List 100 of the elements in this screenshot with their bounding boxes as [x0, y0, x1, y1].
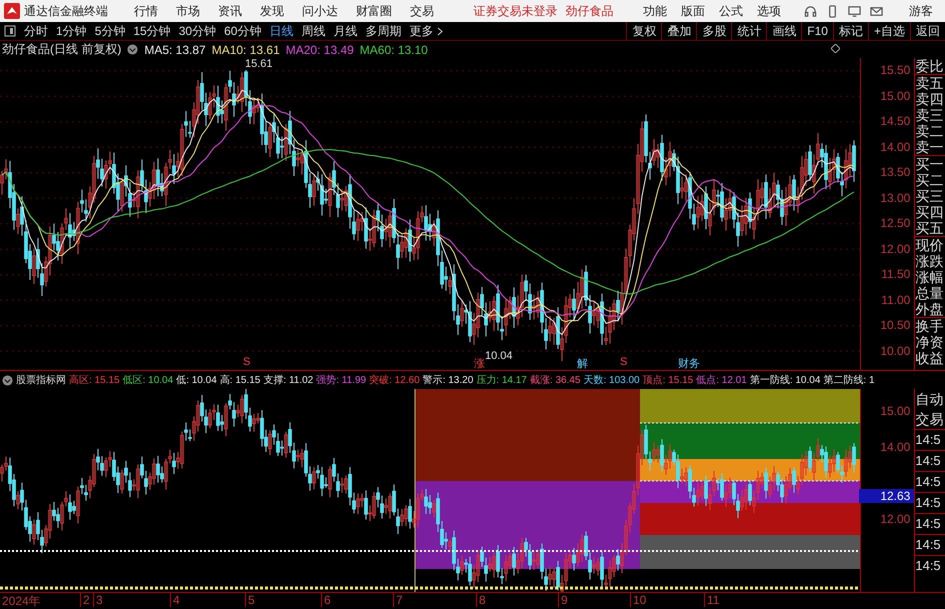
menu-item[interactable]: 问小达: [302, 2, 338, 20]
trade-list-label: 14:5: [915, 555, 945, 576]
quote-field-label: 现价: [915, 236, 945, 253]
price-axis-label: 12.50: [879, 215, 912, 232]
chevron-right-icon[interactable]: [437, 26, 444, 36]
menu-item[interactable]: 版面: [681, 2, 705, 20]
indicator-value: 突破: 12.60: [369, 374, 420, 387]
indicator-value: 强势: 11.99: [316, 374, 366, 387]
toolbar-button[interactable]: 叠加: [661, 22, 696, 40]
trade-list-label: 14:5: [915, 534, 945, 555]
quote-field-label: 委比: [915, 58, 944, 74]
quote-field-label: 涨幅: [915, 269, 944, 285]
price-axis-label: 12.63: [859, 489, 914, 504]
chart-title: 劲仔食品(日线 前复权): [2, 41, 122, 58]
price-axis-label: 15.00: [879, 404, 912, 418]
quote-field-label: 涨跌: [915, 253, 944, 269]
price-axis-label: 10.00: [879, 342, 912, 360]
high-price-label: 15.61: [244, 58, 274, 70]
price-axis-label: 12.00: [879, 512, 912, 526]
signal-marker: 涨: [474, 357, 485, 371]
price-axis-label: 10.50: [879, 317, 912, 334]
user-label[interactable]: 游客: [909, 2, 933, 20]
menu-item[interactable]: 发现: [260, 2, 284, 20]
menu-item[interactable]: 行情: [134, 2, 158, 20]
monitor-icon[interactable]: [848, 4, 861, 18]
menu-item[interactable]: 交易: [410, 2, 434, 20]
date-axis-label: 6: [321, 593, 331, 607]
period-tab[interactable]: 日线: [265, 22, 298, 40]
price-axis-label: 14.50: [879, 113, 912, 130]
quote-field-label: 收益: [915, 350, 944, 366]
quote-field-label: 买二: [915, 172, 944, 188]
quote-field-label: 买五: [915, 220, 944, 236]
quote-field-label: 买一: [915, 155, 945, 172]
moving-average-value: MA5: 13.87: [144, 42, 206, 56]
menu-item[interactable]: 选项: [757, 2, 781, 20]
indicator-name: 股票指标网: [16, 374, 66, 387]
moving-average-value: MA10: 13.61: [212, 42, 280, 56]
toolbar-button[interactable]: 统计: [731, 22, 766, 40]
date-axis-label: 10: [630, 593, 646, 607]
trade-list-label: 14:5: [915, 471, 945, 492]
period-tab[interactable]: 60分钟: [220, 22, 266, 40]
price-axis-label: 15.00: [879, 88, 912, 104]
toolbar-button[interactable]: 多股: [696, 22, 732, 40]
panel-toggle-icon[interactable]: [4, 25, 16, 37]
low-price-label: 10.04: [484, 350, 514, 362]
signal-marker: S: [620, 356, 628, 368]
trade-list-label: 14:5: [915, 450, 945, 471]
headset-icon[interactable]: [804, 4, 817, 18]
toolbar-button[interactable]: 画线: [766, 22, 802, 40]
indicator-value: 低: 10.04: [176, 374, 217, 387]
period-tab[interactable]: 15分钟: [129, 22, 175, 40]
trade-list-label: 14:5: [915, 429, 945, 450]
toolbar-button[interactable]: 标记: [832, 22, 868, 40]
quote-field-label: 卖五: [915, 74, 945, 91]
period-tab[interactable]: 月线: [329, 22, 362, 40]
period-tab[interactable]: 30分钟: [174, 22, 220, 40]
period-tab[interactable]: 1分钟: [52, 22, 91, 40]
trade-list-label: 自动: [915, 390, 944, 409]
menu-item[interactable]: 公式: [719, 2, 743, 20]
settings-diamond-icon[interactable]: [831, 44, 840, 53]
quote-field-label: 卖一: [915, 139, 944, 155]
mail-icon[interactable]: [870, 4, 883, 18]
period-tab[interactable]: 分时: [20, 22, 52, 40]
toolbar-button[interactable]: +自选: [868, 22, 910, 40]
menu-item[interactable]: 财富圈: [356, 2, 392, 20]
period-tab[interactable]: 5分钟: [90, 22, 130, 40]
indicator-value: 支撑: 11.02: [263, 374, 314, 387]
toolbar-button[interactable]: 复权: [626, 22, 662, 40]
price-axis-label: 11.00: [880, 292, 912, 308]
price-axis-label: 12.00: [879, 240, 912, 258]
dropdown-icon[interactable]: [127, 44, 138, 55]
menu-item[interactable]: 资讯: [218, 2, 242, 20]
trade-list-label: 交易: [915, 410, 944, 429]
period-tab[interactable]: 周线: [297, 22, 330, 40]
dropdown-icon[interactable]: [2, 374, 13, 386]
more-menu[interactable]: 更多: [405, 22, 438, 40]
menu-item[interactable]: 功能: [643, 2, 667, 20]
indicator-value: 天数: 103.00: [583, 374, 640, 387]
date-axis-label: 4: [170, 593, 180, 607]
phone-icon[interactable]: [826, 4, 839, 18]
toolbar-button[interactable]: 返回: [910, 22, 945, 40]
moving-average-value: MA20: 13.49: [286, 42, 354, 56]
signal-marker: 解: [577, 357, 588, 371]
quote-field-label: 卖四: [915, 91, 944, 107]
date-axis-label: 8: [476, 593, 486, 607]
date-axis-label: 9: [558, 593, 568, 607]
date-axis-label: 2: [80, 593, 90, 607]
date-axis-label: 2024年: [1, 593, 41, 609]
indicator-value: 压力: 14.17: [476, 374, 527, 387]
quote-field-label: 净资: [915, 334, 944, 350]
indicator-value: 警示: 13.20: [422, 374, 474, 387]
period-tab[interactable]: 多周期: [361, 22, 406, 40]
menu-item[interactable]: 市场: [176, 2, 200, 20]
indicator-value: 低区: 10.04: [122, 374, 174, 387]
trade-list-label: 14:5: [915, 513, 945, 534]
app-logo-icon: [4, 3, 20, 19]
price-axis-label: 14.00: [879, 440, 912, 454]
indicator-value: 截涨: 36.45: [530, 374, 580, 387]
indicator-value: 第一防线: 10.04: [750, 374, 820, 387]
toolbar-button[interactable]: F10: [801, 22, 833, 40]
